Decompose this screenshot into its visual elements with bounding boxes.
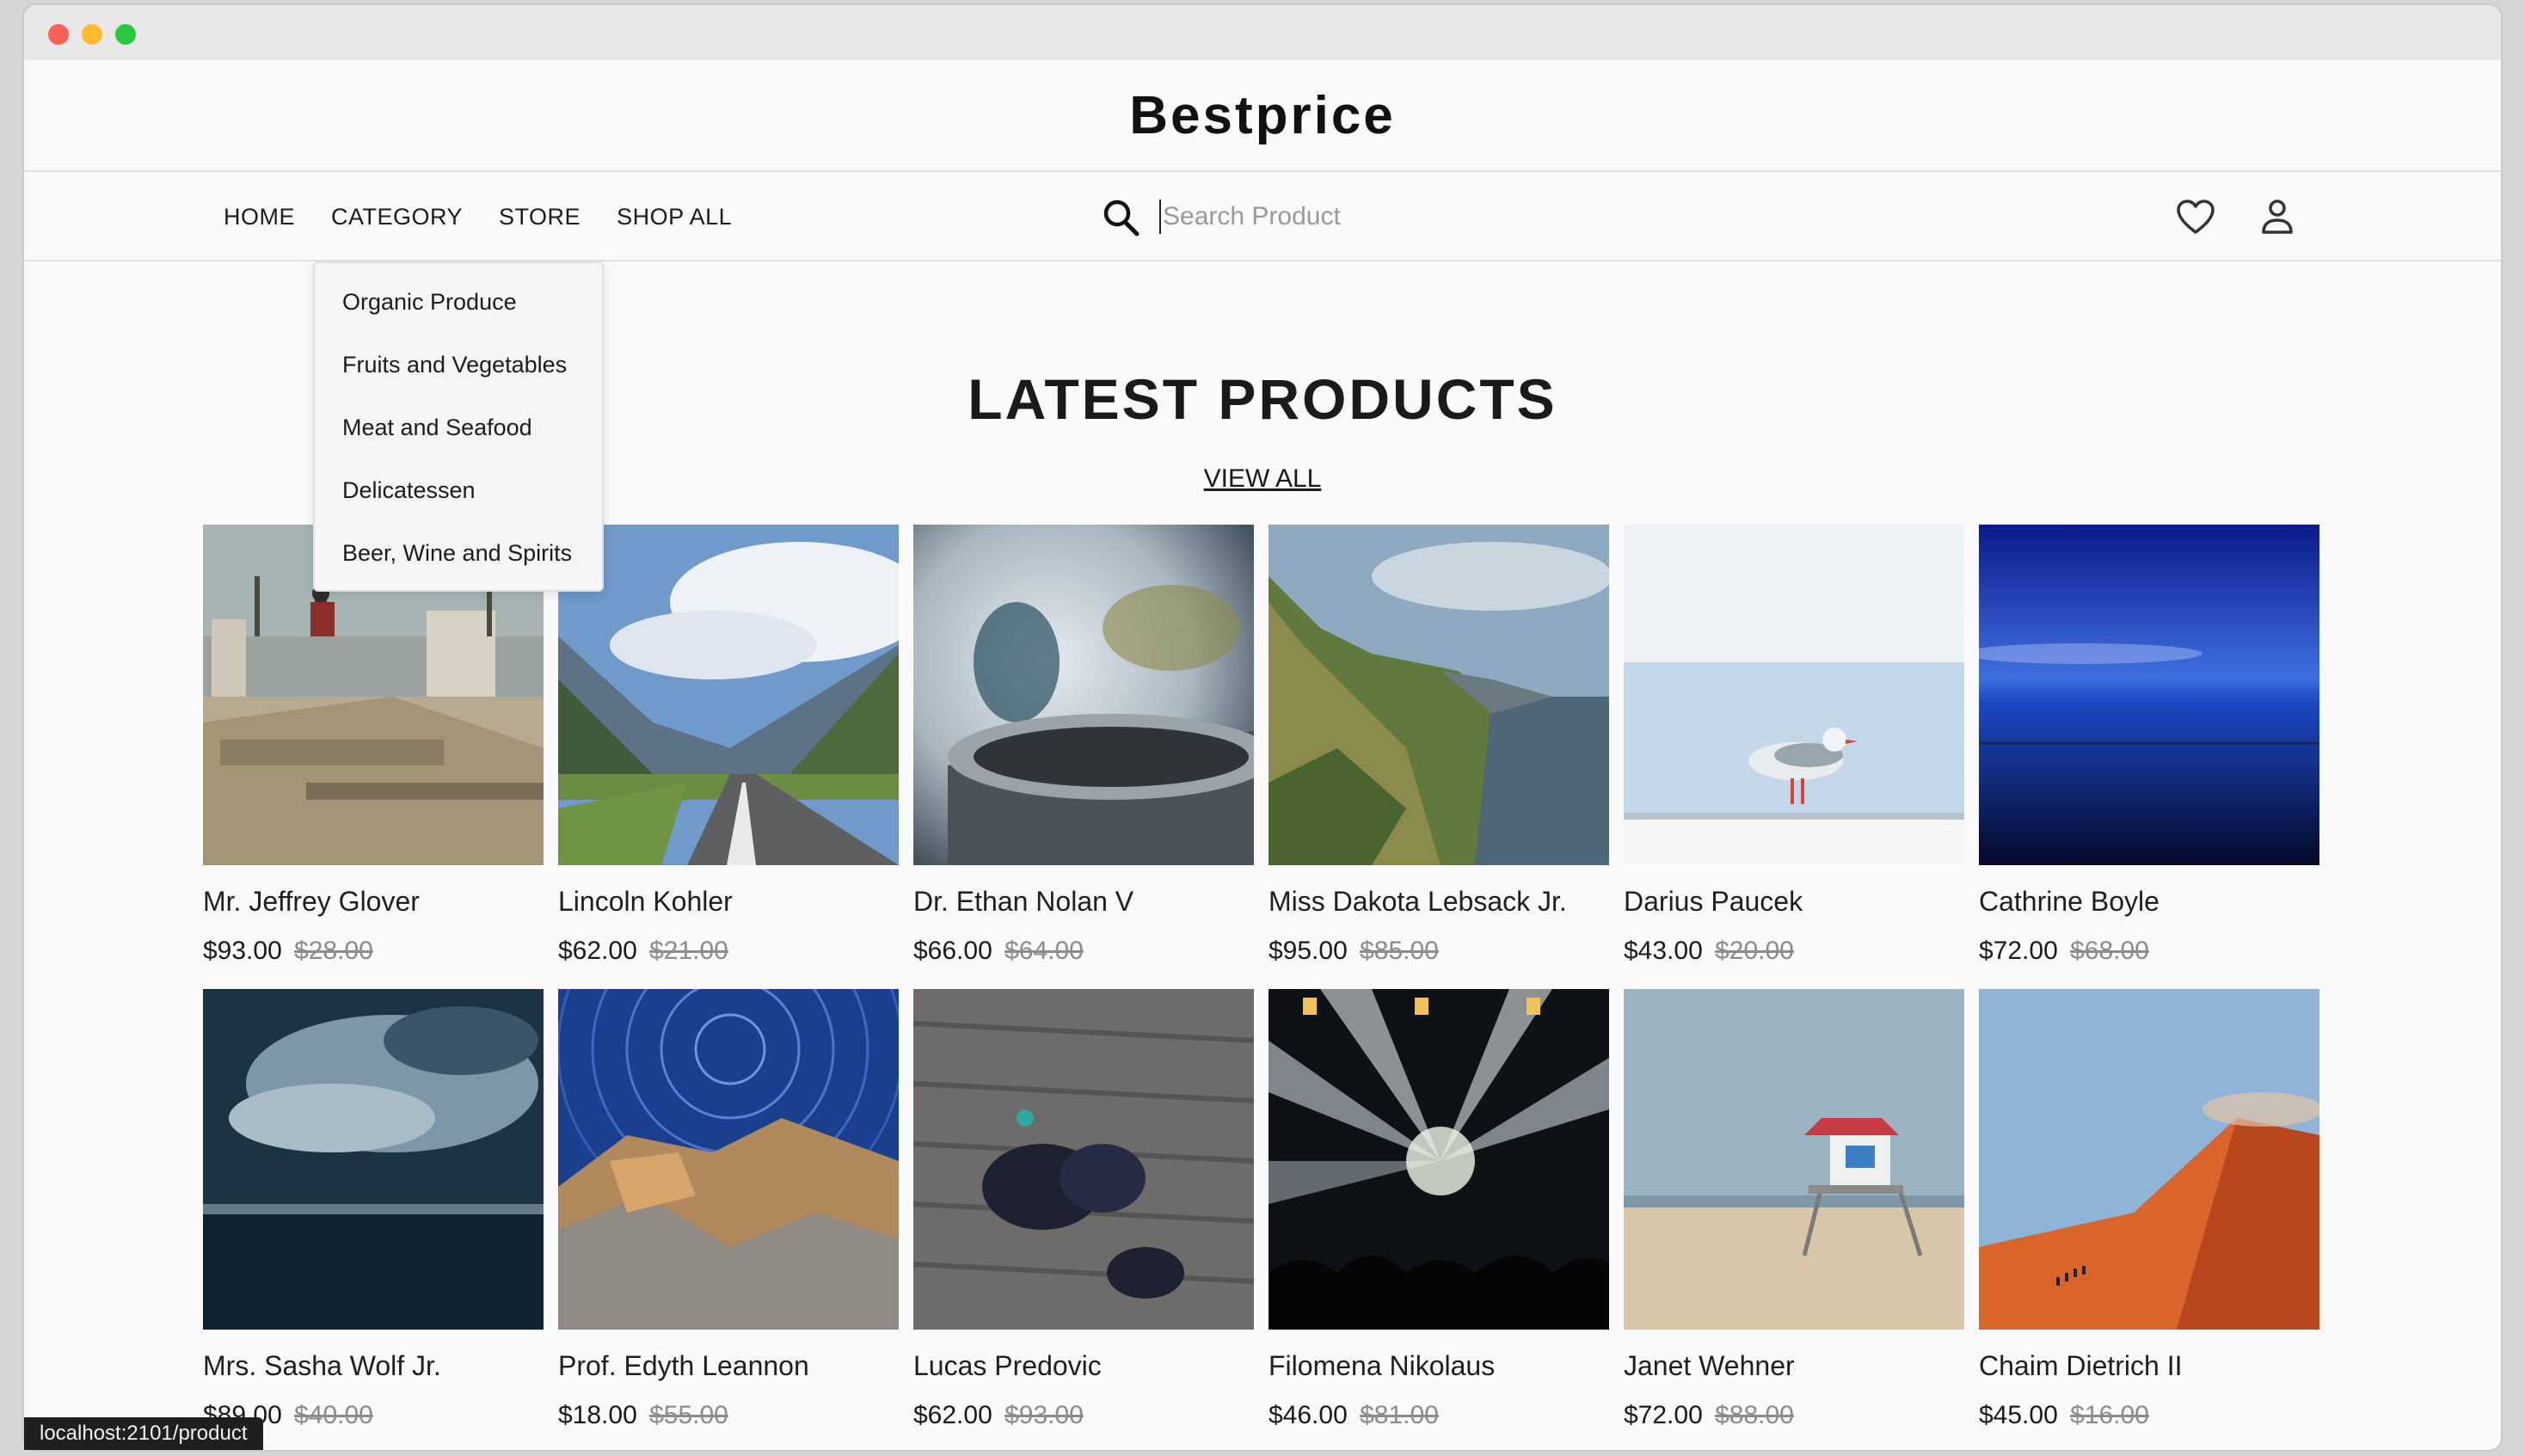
- product-card[interactable]: Cathrine Boyle $72.00 $68.00: [1979, 525, 2319, 966]
- category-item-beer-wine-spirits[interactable]: Beer, Wine and Spirits: [315, 530, 602, 593]
- product-price: $95.00: [1269, 937, 1348, 965]
- product-prices: $46.00 $81.00: [1269, 1401, 1609, 1430]
- product-name[interactable]: Janet Wehner: [1624, 1350, 1964, 1382]
- product-name[interactable]: Cathrine Boyle: [1979, 886, 2319, 918]
- product-card[interactable]: Chaim Dietrich II $45.00 $16.00: [1979, 989, 2319, 1430]
- product-card[interactable]: Mrs. Sasha Wolf Jr. $89.00 $40.00: [203, 989, 544, 1430]
- product-image[interactable]: [203, 989, 544, 1330]
- minimize-window-button[interactable]: [82, 24, 102, 45]
- product-prices: $43.00 $20.00: [1624, 937, 1964, 966]
- product-price: $46.00: [1269, 1401, 1348, 1429]
- product-old-price: $81.00: [1360, 1401, 1439, 1429]
- product-image[interactable]: [1269, 989, 1609, 1330]
- product-old-price: $85.00: [1360, 937, 1439, 965]
- product-image[interactable]: [1979, 525, 2319, 865]
- product-name[interactable]: Lucas Predovic: [913, 1350, 1254, 1382]
- product-old-price: $21.00: [649, 937, 728, 965]
- nav-home[interactable]: HOME: [224, 204, 295, 230]
- product-prices: $66.00 $64.00: [913, 937, 1254, 966]
- close-window-button[interactable]: [48, 24, 69, 45]
- maximize-window-button[interactable]: [115, 24, 136, 45]
- product-old-price: $64.00: [1004, 937, 1084, 965]
- product-card[interactable]: Prof. Edyth Leannon $18.00 $55.00: [558, 989, 899, 1430]
- product-price: $72.00: [1979, 937, 2058, 965]
- product-old-price: $93.00: [1004, 1401, 1084, 1429]
- product-old-price: $40.00: [294, 1401, 373, 1429]
- product-old-price: $55.00: [649, 1401, 728, 1429]
- category-item-meat-seafood[interactable]: Meat and Seafood: [315, 404, 602, 467]
- product-old-price: $20.00: [1715, 937, 1794, 965]
- header: Bestprice: [24, 60, 2501, 172]
- product-name[interactable]: Lincoln Kohler: [558, 886, 899, 918]
- product-price: $18.00: [558, 1401, 637, 1429]
- product-prices: $72.00 $88.00: [1624, 1401, 1964, 1430]
- product-prices: $18.00 $55.00: [558, 1401, 899, 1430]
- product-old-price: $16.00: [2070, 1401, 2149, 1429]
- product-card[interactable]: Janet Wehner $72.00 $88.00: [1624, 989, 1964, 1430]
- product-price: $72.00: [1624, 1401, 1703, 1429]
- product-price: $45.00: [1979, 1401, 2058, 1429]
- search-bar: [1099, 184, 1546, 249]
- product-name[interactable]: Filomena Nikolaus: [1269, 1350, 1609, 1382]
- product-price: $62.00: [558, 937, 637, 965]
- search-input[interactable]: [1159, 200, 1521, 234]
- product-prices: $45.00 $16.00: [1979, 1401, 2319, 1430]
- product-card[interactable]: Dr. Ethan Nolan V $66.00 $64.00: [913, 525, 1254, 966]
- product-old-price: $68.00: [2070, 937, 2149, 965]
- product-image[interactable]: [1624, 525, 1964, 865]
- product-image[interactable]: [558, 525, 899, 865]
- product-name[interactable]: Chaim Dietrich II: [1979, 1350, 2319, 1382]
- navbar: HOME CATEGORY STORE SHOP ALL: [24, 172, 2501, 261]
- product-name[interactable]: Prof. Edyth Leannon: [558, 1350, 899, 1382]
- product-prices: $93.00 $28.00: [203, 937, 544, 966]
- product-price: $93.00: [203, 937, 282, 965]
- product-image[interactable]: [1269, 525, 1609, 865]
- product-old-price: $88.00: [1715, 1401, 1794, 1429]
- product-card[interactable]: Filomena Nikolaus $46.00 $81.00: [1269, 989, 1609, 1430]
- nav-store[interactable]: STORE: [499, 204, 581, 230]
- product-card[interactable]: Lincoln Kohler $62.00 $21.00: [558, 525, 899, 966]
- product-card[interactable]: Darius Paucek $43.00 $20.00: [1624, 525, 1964, 966]
- brand-logo[interactable]: Bestprice: [24, 60, 2501, 172]
- product-image[interactable]: [913, 525, 1254, 865]
- product-prices: $72.00 $68.00: [1979, 937, 2319, 966]
- product-prices: $62.00 $93.00: [913, 1401, 1254, 1430]
- product-name[interactable]: Mr. Jeffrey Glover: [203, 886, 544, 918]
- product-old-price: $28.00: [294, 937, 373, 965]
- user-icon[interactable]: [2260, 198, 2295, 236]
- product-card[interactable]: Lucas Predovic $62.00 $93.00: [913, 989, 1254, 1430]
- product-name[interactable]: Dr. Ethan Nolan V: [913, 886, 1254, 918]
- category-item-fruits-vegetables[interactable]: Fruits and Vegetables: [315, 341, 602, 404]
- window-titlebar: [24, 5, 2501, 60]
- product-image[interactable]: [558, 989, 899, 1330]
- category-item-delicatessen[interactable]: Delicatessen: [315, 467, 602, 530]
- product-price: $62.00: [913, 1401, 992, 1429]
- category-item-organic-produce[interactable]: Organic Produce: [315, 279, 602, 341]
- product-image[interactable]: [1624, 989, 1964, 1330]
- product-card[interactable]: Miss Dakota Lebsack Jr. $95.00 $85.00: [1269, 525, 1609, 966]
- search-icon[interactable]: [1099, 194, 1144, 239]
- product-image[interactable]: [1979, 989, 2319, 1330]
- product-price: $66.00: [913, 937, 992, 965]
- nav-links: HOME CATEGORY STORE SHOP ALL: [224, 172, 768, 261]
- browser-window: Bestprice HOME CATEGORY STORE SHOP ALL O…: [24, 5, 2501, 1450]
- category-dropdown: Organic Produce Fruits and Vegetables Me…: [313, 261, 604, 592]
- status-bar-url: localhost:2101/product: [24, 1417, 263, 1450]
- product-prices: $95.00 $85.00: [1269, 937, 1609, 966]
- product-name[interactable]: Mrs. Sasha Wolf Jr.: [203, 1350, 544, 1382]
- product-name[interactable]: Darius Paucek: [1624, 886, 1964, 918]
- nav-shop-all[interactable]: SHOP ALL: [617, 204, 732, 230]
- product-name[interactable]: Miss Dakota Lebsack Jr.: [1269, 886, 1609, 918]
- product-price: $43.00: [1624, 937, 1703, 965]
- heart-icon[interactable]: [2176, 198, 2215, 237]
- nav-category[interactable]: CATEGORY: [331, 204, 463, 230]
- product-prices: $62.00 $21.00: [558, 937, 899, 966]
- product-image[interactable]: [913, 989, 1254, 1330]
